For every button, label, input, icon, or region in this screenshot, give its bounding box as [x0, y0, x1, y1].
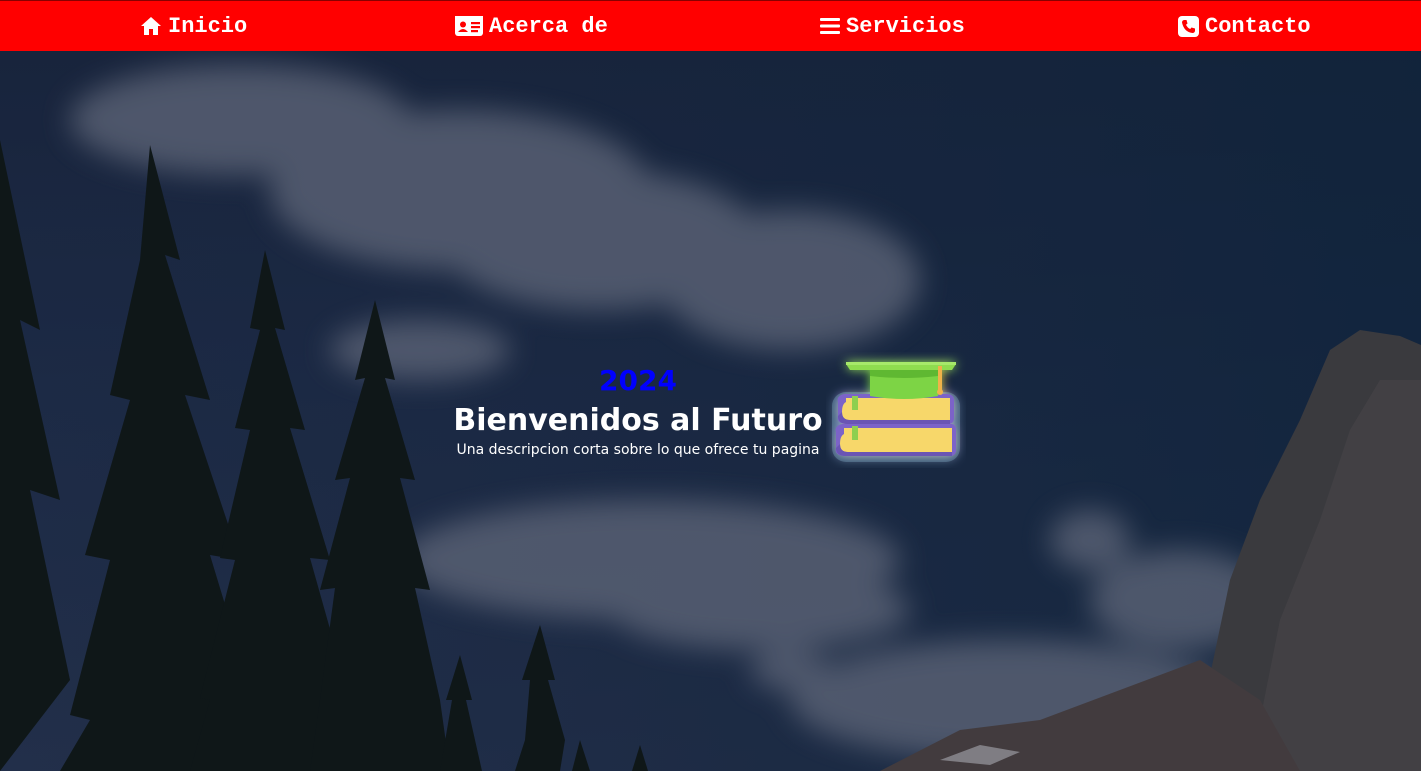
- nav-item-label: Acerca de: [489, 13, 608, 39]
- phone-icon: [1178, 15, 1199, 37]
- bars-icon: [820, 17, 840, 35]
- hero-subtitle: Una descripcion corta sobre lo que ofrec…: [456, 442, 820, 458]
- id-card-icon: [455, 16, 483, 36]
- top-navbar: Inicio Acerca de Servicios Contacto: [0, 0, 1421, 51]
- nav-item-servicios[interactable]: Servicios: [820, 11, 965, 41]
- nav-item-acerca-de[interactable]: Acerca de: [455, 11, 608, 41]
- nav-item-label: Inicio: [168, 13, 248, 39]
- hero-year: 2024: [599, 364, 677, 397]
- nav-item-label: Servicios: [846, 13, 965, 39]
- home-icon: [140, 16, 162, 36]
- books-graduation-cap-icon: [832, 362, 960, 462]
- nav-item-label: Contacto: [1205, 13, 1311, 39]
- hero-background-image: [0, 0, 1421, 771]
- hero-title: Bienvenidos al Futuro: [453, 403, 823, 438]
- nav-item-inicio[interactable]: Inicio: [140, 11, 247, 41]
- page: Inicio Acerca de Servicios Contacto 2024…: [0, 0, 1421, 771]
- nav-item-contacto[interactable]: Contacto: [1178, 11, 1311, 41]
